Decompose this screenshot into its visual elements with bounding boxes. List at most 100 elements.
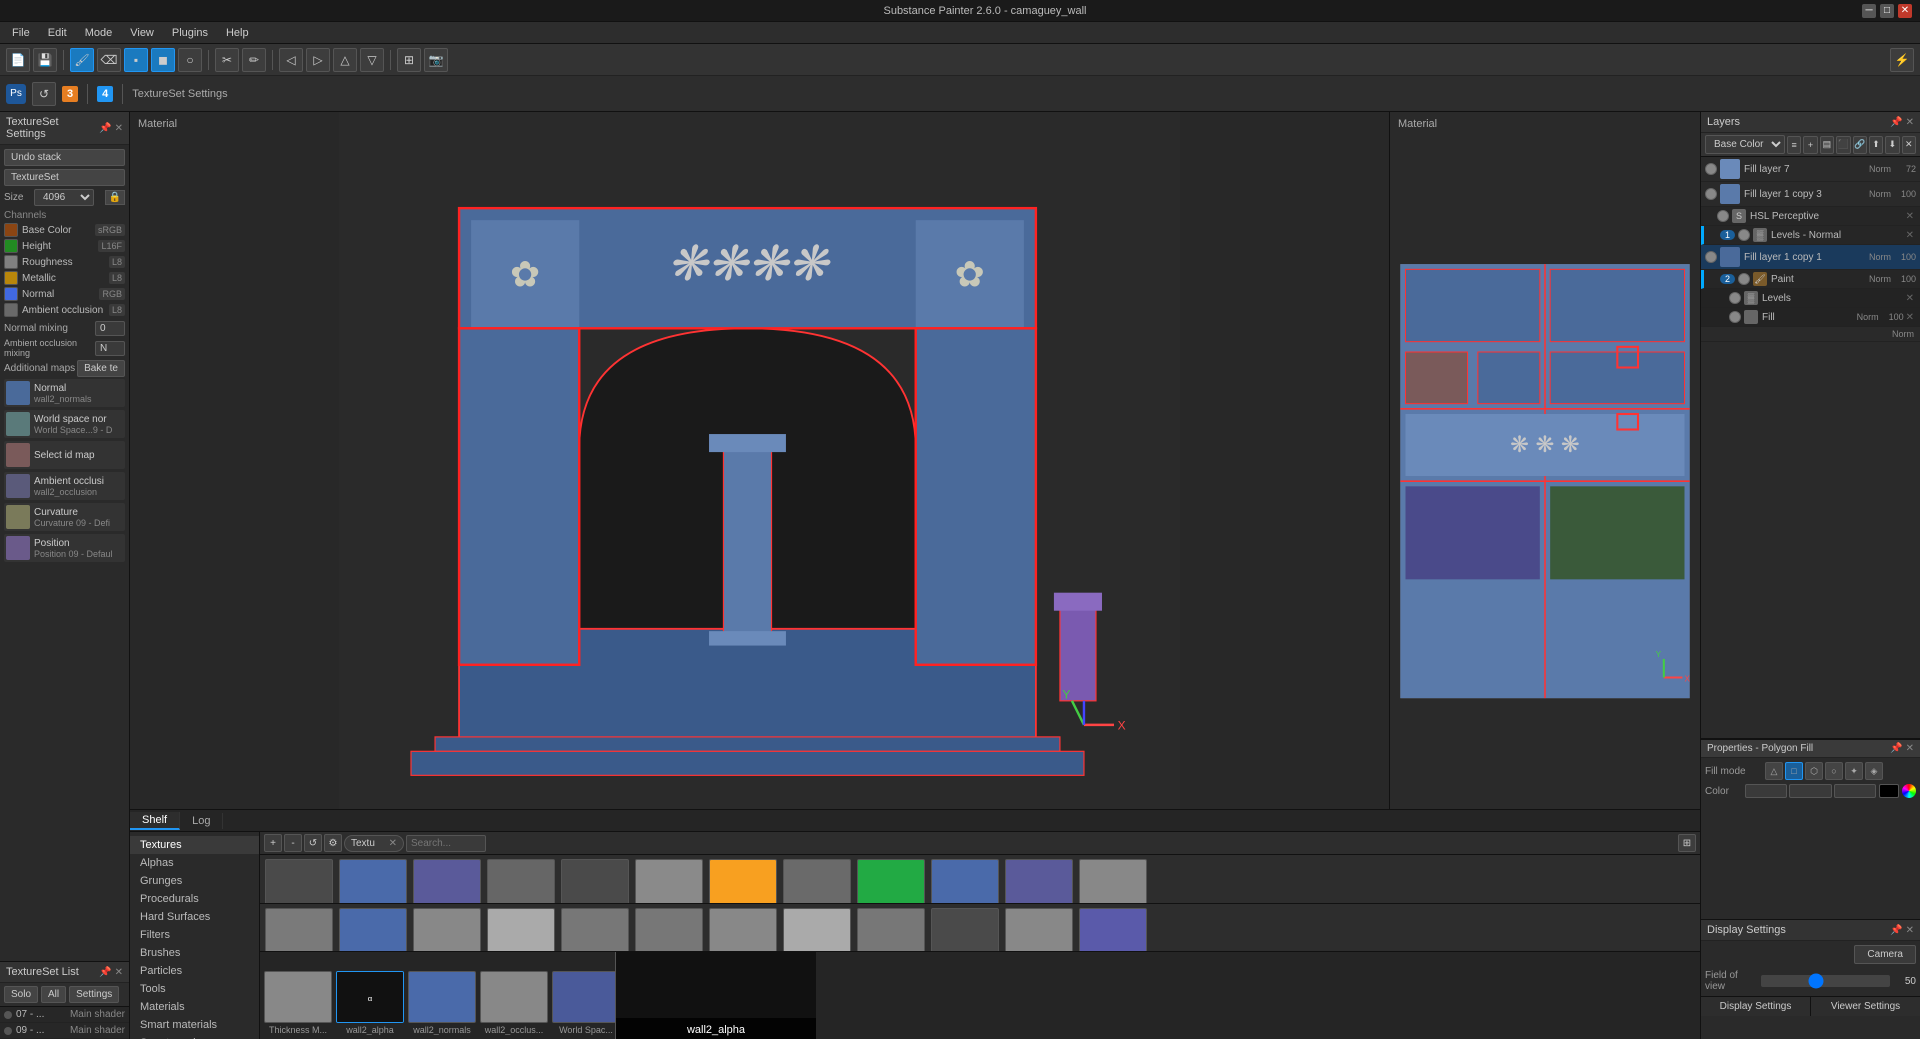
shelf-cat-grunges[interactable]: Grunges <box>130 872 259 890</box>
shelf-item-11[interactable]: TexturesCo... <box>1078 859 1148 899</box>
layer-vis-levels-normal[interactable] <box>1738 229 1750 241</box>
fov-slider[interactable] <box>1761 975 1890 987</box>
shelf-item-10[interactable]: TexturesCo... <box>1004 859 1074 899</box>
color-slider-r[interactable] <box>1745 784 1787 798</box>
shader-icon[interactable]: ⚡ <box>1890 48 1914 72</box>
panel-close-btn[interactable]: ✕ <box>115 123 123 134</box>
shelf-tab-selector[interactable]: Textu ✕ <box>344 835 404 852</box>
shelf-item-row2-4[interactable]: TexturesCo... <box>560 908 630 948</box>
tool-6[interactable]: ▷ <box>306 48 330 72</box>
shelf-cat-smart_masks[interactable]: Smart masks <box>130 1034 259 1039</box>
shelf-item-0[interactable]: TexturesCo... <box>264 859 334 899</box>
fill-icon-4[interactable]: ○ <box>1825 762 1843 780</box>
fill-icon-6[interactable]: ◈ <box>1865 762 1883 780</box>
menu-view[interactable]: View <box>122 25 162 41</box>
menu-file[interactable]: File <box>4 25 38 41</box>
layer-btn-3[interactable]: ▤ <box>1820 136 1834 154</box>
tool-5[interactable]: ◁ <box>279 48 303 72</box>
map-row-1[interactable]: World space nor World Space...9 - D <box>4 410 125 438</box>
color-wheel[interactable] <box>1902 784 1916 798</box>
menu-mode[interactable]: Mode <box>77 25 121 41</box>
sync-button[interactable]: ↺ <box>32 82 56 106</box>
layer-vis-7[interactable] <box>1705 163 1717 175</box>
shelf-item-row2-6[interactable]: TexturesCo... <box>708 908 778 948</box>
save-button[interactable]: 💾 <box>33 48 57 72</box>
textureset-button[interactable]: TextureSet <box>4 169 125 186</box>
undo-stack-button[interactable]: Undo stack <box>4 149 125 166</box>
shelf-item-2[interactable]: TexturesCo... <box>412 859 482 899</box>
shelf-item-row2-5[interactable]: TexturesCo... <box>634 908 704 948</box>
lock-button[interactable]: 🔒 <box>105 190 125 205</box>
shelf-item-row2-3[interactable]: TexturesCo... <box>486 908 556 948</box>
fill-sub-close[interactable]: ✕ <box>1904 312 1916 323</box>
shelf-cat-alphas[interactable]: Alphas <box>130 854 259 872</box>
shelf-item-row2-0[interactable]: TexturesCo... <box>264 908 334 948</box>
layer-btn-7[interactable]: ⬇ <box>1885 136 1899 154</box>
layer-btn-2[interactable]: + <box>1803 136 1817 154</box>
tool-8[interactable]: ▽ <box>360 48 384 72</box>
layer-paint[interactable]: 2 🖌 Paint Norm 100 <box>1701 270 1920 289</box>
viewport-3d[interactable]: Material ❋❋❋❋ <box>130 112 1390 809</box>
shelf-grid-btn[interactable]: ⊞ <box>1678 834 1696 852</box>
menu-plugins[interactable]: Plugins <box>164 25 216 41</box>
layer-vis-hsl[interactable] <box>1717 210 1729 222</box>
shelf-bottom-item-2[interactable]: wall2_normals <box>408 971 476 1035</box>
shelf-bottom-item-3[interactable]: wall2_occlus... <box>480 971 548 1035</box>
shelf-cat-textures[interactable]: Textures <box>130 836 259 854</box>
shelf-refresh-btn[interactable]: ↺ <box>304 834 322 852</box>
map-row-5[interactable]: Position Position 09 - Defaul <box>4 534 125 562</box>
shelf-tab[interactable]: Shelf <box>130 812 180 830</box>
shelf-remove-btn[interactable]: - <box>284 834 302 852</box>
menu-edit[interactable]: Edit <box>40 25 75 41</box>
layer-fill-7[interactable]: Fill layer 7 Norm 72 <box>1701 157 1920 182</box>
layer-fill-sub[interactable]: Fill Norm 100 ✕ <box>1701 308 1920 327</box>
ts-item-1[interactable]: 09 - ... Main shader <box>0 1023 129 1039</box>
map-row-2[interactable]: Select id map <box>4 441 125 469</box>
new-button[interactable]: 📄 <box>6 48 30 72</box>
layer-btn-8[interactable]: ✕ <box>1902 136 1916 154</box>
size-selector[interactable]: 409620481024 <box>34 189 94 206</box>
fill-icon-2[interactable]: □ <box>1785 762 1803 780</box>
log-tab[interactable]: Log <box>180 813 223 829</box>
shelf-item-row2-9[interactable]: TexturesCo... <box>930 908 1000 948</box>
map-row-3[interactable]: Ambient occlusi wall2_occlusion <box>4 472 125 500</box>
polygon-fill-tool[interactable]: ◼ <box>151 48 175 72</box>
shelf-item-row2-1[interactable]: TexturesCo... <box>338 908 408 948</box>
menu-help[interactable]: Help <box>218 25 257 41</box>
layer-vis-1c3[interactable] <box>1705 188 1717 200</box>
smudge-tool[interactable]: ○ <box>178 48 202 72</box>
color-slider-b[interactable] <box>1834 784 1876 798</box>
minimize-button[interactable]: ─ <box>1862 4 1876 18</box>
shelf-cat-hard_surfaces[interactable]: Hard Surfaces <box>130 908 259 926</box>
fill-icon-1[interactable]: △ <box>1765 762 1783 780</box>
shelf-cat-smart_materials[interactable]: Smart materials <box>130 1016 259 1034</box>
layer-fill-1c3[interactable]: Fill layer 1 copy 3 Norm 100 <box>1701 182 1920 207</box>
clone-tool[interactable]: ✂ <box>215 48 239 72</box>
maximize-button[interactable]: □ <box>1880 4 1894 18</box>
shelf-bottom-item-0[interactable]: Thickness M... <box>264 971 332 1035</box>
layer-levels-normal[interactable]: 1 ▒ Levels - Normal ✕ <box>1701 226 1920 245</box>
layer-levels[interactable]: ▒ Levels ✕ <box>1701 289 1920 308</box>
transform-tool[interactable]: ⊞ <box>397 48 421 72</box>
ao-mixing-input[interactable] <box>95 341 125 356</box>
ts-close[interactable]: ✕ <box>115 967 123 978</box>
layer-btn-4[interactable]: ⬛ <box>1836 136 1850 154</box>
close-button[interactable]: ✕ <box>1898 4 1912 18</box>
panel-pin-btn[interactable]: 📌 <box>99 123 111 134</box>
camera-button[interactable]: Camera <box>1854 945 1916 964</box>
shelf-cat-brushes[interactable]: Brushes <box>130 944 259 962</box>
layer-hsl[interactable]: S HSL Perceptive ✕ <box>1701 207 1920 226</box>
shelf-add-btn[interactable]: + <box>264 834 282 852</box>
shelf-item-3[interactable]: TexturesCo... <box>486 859 556 899</box>
map-row-0[interactable]: Normal wall2_normals <box>4 379 125 407</box>
layer-fill-1c1[interactable]: Fill layer 1 copy 1 Norm 100 <box>1701 245 1920 270</box>
color-picker[interactable]: ✏ <box>242 48 266 72</box>
ts-pin[interactable]: 📌 <box>99 967 111 978</box>
shelf-item-4[interactable]: TexturesCo... <box>560 859 630 899</box>
layer-vis-paint[interactable] <box>1738 273 1750 285</box>
shelf-cat-tools[interactable]: Tools <box>130 980 259 998</box>
layer-vis-levels[interactable] <box>1729 292 1741 304</box>
render-tool[interactable]: 📷 <box>424 48 448 72</box>
display-pin[interactable]: 📌 <box>1890 925 1902 936</box>
shelf-item-row2-10[interactable]: TexturesCo... <box>1004 908 1074 948</box>
